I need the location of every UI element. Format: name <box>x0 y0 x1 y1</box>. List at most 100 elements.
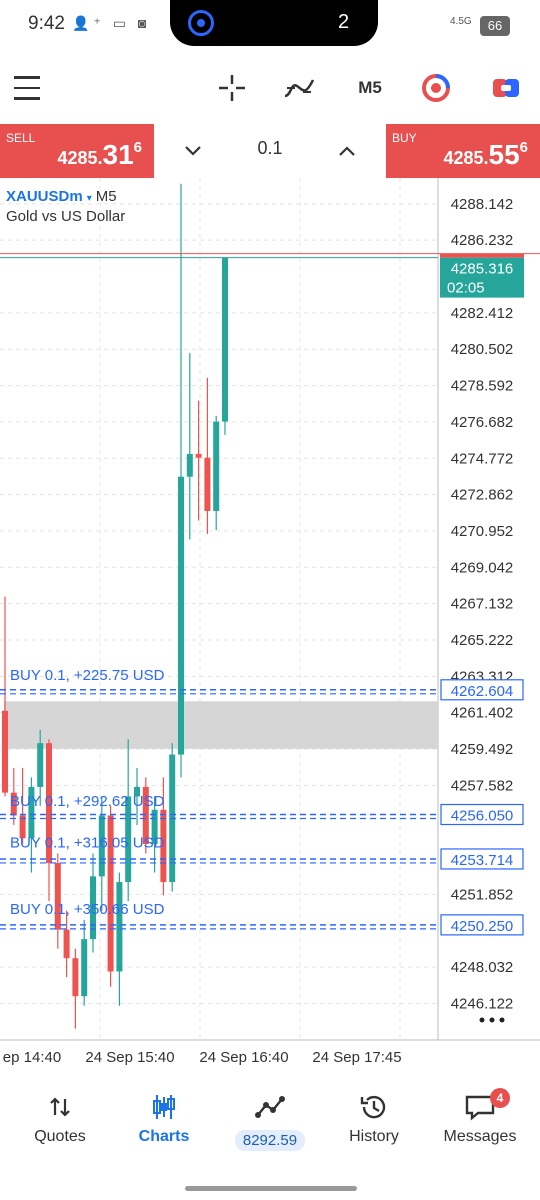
candle <box>116 872 123 1006</box>
trade-icon[interactable] <box>490 72 522 104</box>
position-label: BUY 0.1, +350.66 USD <box>10 901 165 918</box>
price-tag-label: 4253.714 <box>451 852 514 869</box>
home-indicator <box>185 1186 357 1191</box>
volume-value[interactable]: 0.1 <box>230 138 310 159</box>
nav-quotes[interactable]: Quotes <box>6 1090 114 1160</box>
x-tick-label: 24 Sep 15:40 <box>85 1049 174 1066</box>
candle-body <box>186 453 193 477</box>
nav-history[interactable]: History <box>320 1090 428 1160</box>
candle-body <box>178 476 184 755</box>
battery-icon: 66 <box>480 16 510 36</box>
app-root: 9:42 👤⁺ ▭ ◙ 2 4.5G 66 M5 SELL 4285.316 0… <box>0 0 540 1200</box>
message-icon <box>426 1090 534 1124</box>
camera-notch: 2 <box>170 0 378 46</box>
crosshair-icon[interactable] <box>216 72 248 104</box>
y-tick-label: 4248.032 <box>451 959 514 976</box>
y-tick-label: 4265.222 <box>451 632 514 649</box>
nav-charts[interactable]: Charts <box>110 1090 218 1160</box>
candlestick-icon <box>110 1090 218 1124</box>
buy-button[interactable]: BUY 4285.556 <box>386 124 540 178</box>
price-tag-label: 4262.604 <box>451 683 514 700</box>
candle <box>222 257 228 435</box>
position-label: BUY 0.1, +316.05 USD <box>10 835 165 852</box>
history-icon <box>320 1090 428 1124</box>
chart-toolbar: M5 <box>0 58 540 118</box>
status-time: 9:42 <box>28 13 65 34</box>
dropdown-arrow-icon[interactable]: ▾ <box>87 193 92 204</box>
account-balance: 8292.59 <box>234 1130 306 1151</box>
chart-canvas[interactable]: 4288.142 4286.232 4282.412 4280.502 4278.592… <box>0 178 540 1068</box>
nav-messages[interactable]: 4 Messages <box>426 1088 534 1160</box>
candle <box>204 377 211 534</box>
ask-marker <box>440 253 524 258</box>
nav-quotes-label: Quotes <box>34 1128 86 1145</box>
candle <box>46 739 52 902</box>
symbol-name[interactable]: XAUUSDm <box>6 188 83 205</box>
candle-body <box>72 958 79 997</box>
one-click-trading-icon[interactable] <box>420 72 452 104</box>
candle <box>2 596 8 797</box>
candle-body <box>213 421 220 512</box>
more-dot <box>489 1017 495 1023</box>
quotes-icon <box>6 1090 114 1124</box>
candle <box>195 400 202 521</box>
candle-body <box>54 863 61 930</box>
messages-badge: 4 <box>490 1088 510 1108</box>
y-tick-label: 4257.582 <box>451 777 514 794</box>
sell-label: SELL <box>6 131 36 145</box>
volume-decrease-button[interactable] <box>178 136 208 166</box>
nav-trade[interactable]: 8292.59 <box>216 1090 324 1160</box>
candle-body <box>195 453 202 458</box>
status-bar: 9:42 👤⁺ ▭ ◙ 2 4.5G 66 <box>0 0 540 50</box>
y-tick-label: 4282.412 <box>451 305 514 322</box>
x-tick-label: 24 Sep 17:45 <box>312 1049 401 1066</box>
price-tag-label: 4256.050 <box>451 808 514 825</box>
candle-body <box>2 710 8 793</box>
timeframe-button[interactable]: M5 <box>350 72 390 104</box>
buy-price: 4285.556 <box>443 139 528 170</box>
candle <box>72 948 79 1029</box>
more-options-icon <box>479 1017 505 1023</box>
candle-body <box>222 257 228 422</box>
sell-price: 4285.316 <box>57 139 142 170</box>
trade-bar: SELL 4285.316 0.1 BUY 4285.556 <box>0 124 540 178</box>
y-tick-label: 4276.682 <box>451 414 514 431</box>
highlight-zone <box>4 701 438 749</box>
menu-icon[interactable] <box>13 72 41 104</box>
symbol-description: Gold vs US Dollar <box>6 208 126 225</box>
y-tick-label: 4270.952 <box>451 523 514 540</box>
nav-history-label: History <box>349 1128 399 1145</box>
sell-button[interactable]: SELL 4285.316 <box>0 124 154 178</box>
y-tick-label: 4251.852 <box>451 886 514 903</box>
price-chart[interactable]: 4288.142 4286.232 4282.412 4280.502 4278.592… <box>0 178 540 1068</box>
price-tag-label: 4250.250 <box>451 918 514 935</box>
volume-increase-button[interactable] <box>332 136 362 166</box>
network-indicator: 4.5G <box>450 16 472 27</box>
candle-body <box>204 457 211 512</box>
y-tick-label: 4261.402 <box>451 705 514 722</box>
x-tick-label: ep 14:40 <box>3 1049 61 1066</box>
candle <box>213 415 220 531</box>
broadcast-icon <box>188 10 214 36</box>
candle-body <box>63 929 70 959</box>
y-tick-label: 4272.862 <box>451 487 514 504</box>
y-tick-label: 4280.502 <box>451 341 514 358</box>
candle <box>169 743 176 892</box>
indicators-icon[interactable] <box>282 72 316 104</box>
candle-body <box>37 743 44 787</box>
y-tick-label: 4269.042 <box>451 559 514 576</box>
more-dot <box>479 1017 485 1023</box>
y-tick-label: 4267.132 <box>451 596 514 613</box>
trend-icon <box>216 1090 324 1124</box>
chevron-up-icon <box>339 146 355 156</box>
position-label: BUY 0.1, +225.75 USD <box>10 667 165 684</box>
y-tick-label: 4278.592 <box>451 378 514 395</box>
x-tick-label: 24 Sep 16:40 <box>199 1049 288 1066</box>
status-notification-icons: 👤⁺ ▭ ◙ <box>72 15 151 31</box>
symbol-timeframe: M5 <box>95 188 117 205</box>
y-tick-label: 4259.492 <box>451 741 514 758</box>
candle-body <box>81 939 88 997</box>
candle <box>178 183 184 778</box>
y-tick-label: 4274.772 <box>451 450 514 467</box>
candle-body <box>116 882 123 972</box>
